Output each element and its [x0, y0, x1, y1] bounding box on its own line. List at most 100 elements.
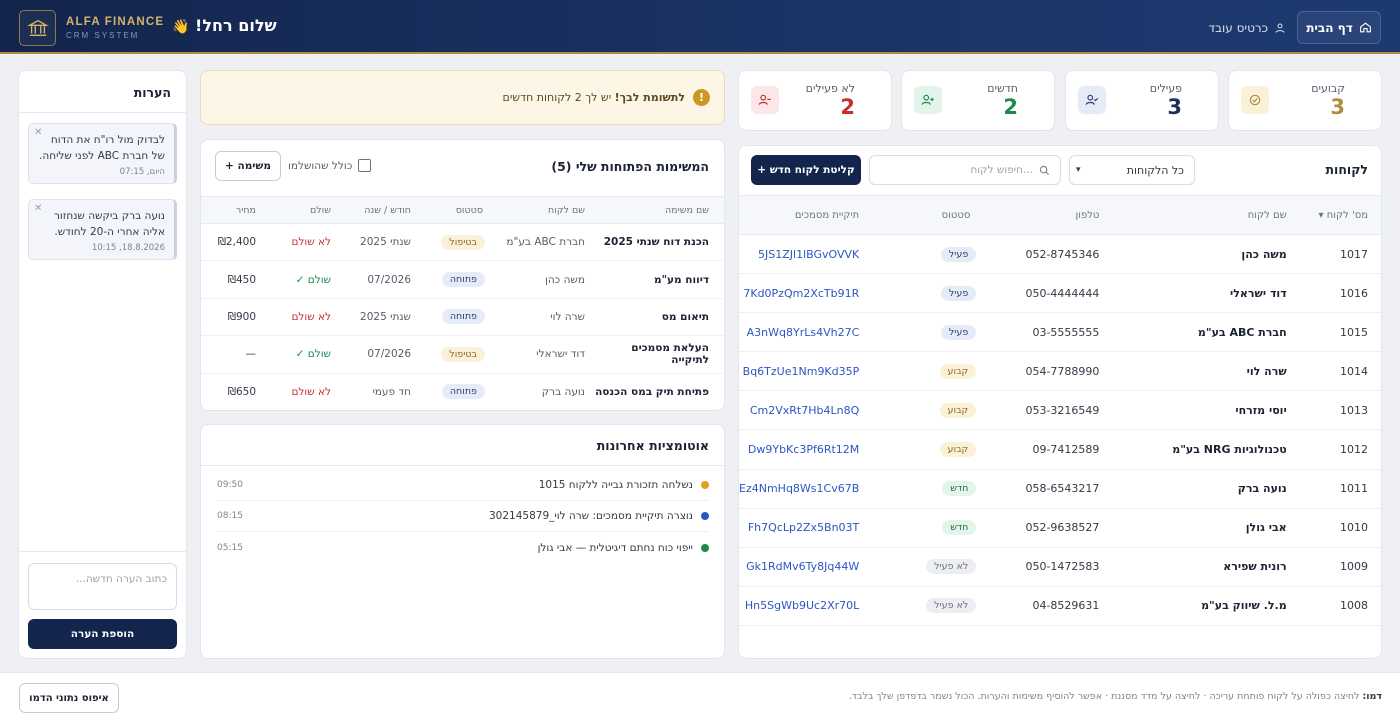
automation-time: 08:15 — [217, 511, 243, 521]
customer-row[interactable]: 1017 משה כהן 052-8745346 פעיל 5JS1ZJl1lBGvOV… — [739, 234, 1381, 275]
task-paid-status[interactable]: שולם ✓ — [269, 260, 341, 299]
customer-row[interactable]: 1014 שרה לוי 054-7788990 קבוע Bq6TzUe1Nm9Kd3… — [739, 351, 1381, 392]
task-paid-status[interactable]: שולם ✓ — [269, 335, 341, 374]
customer-phone: 09-7412589 — [986, 429, 1110, 470]
task-period: שנתי 2025 — [341, 298, 419, 337]
customers-title: לקוחות — [1325, 162, 1368, 177]
task-row[interactable]: פתיחת תיק במס הכנסה נועה ברק פתוחה חד פעמי ל… — [201, 373, 724, 410]
customer-row[interactable]: 1012 טכנולוגיות NRG בע"מ 09-7412589 קבוע Dw9… — [739, 429, 1381, 470]
customer-name: רונית שפירא — [1109, 547, 1291, 587]
status-badge: קבוע — [939, 402, 977, 418]
task-row[interactable]: תיאום מס שרה לוי פתוחה שנתי 2025 לא שולם ₪900 — [201, 298, 724, 337]
folder-link[interactable]: 5JS1ZJl1lBGvOVVK — [739, 234, 870, 275]
footer-tip: דמו: לחיצה כפולה על לקוח פותחת עריכה · ל… — [849, 691, 1382, 702]
status-badge: לא פעיל — [926, 559, 977, 575]
customer-phone: 04-8529631 — [986, 586, 1110, 626]
status-badge: חדש — [942, 520, 977, 536]
task-row[interactable]: העלאת מסמכים לתיקייה דוד ישראלי בטיפול 07/2… — [201, 335, 724, 374]
status-badge: לא פעיל — [926, 598, 977, 614]
brand-subtitle: CRM SYSTEM — [66, 31, 140, 40]
stat-label: לא פעילים — [805, 82, 855, 95]
folder-link[interactable]: Bq6TzUe1Nm9Kd35P — [739, 351, 870, 392]
task-paid-status[interactable]: לא שולם — [269, 373, 341, 410]
close-icon[interactable]: ✕ — [34, 203, 42, 214]
home-button[interactable]: דף הבית — [1297, 11, 1381, 44]
customer-phone: 058-6543217 — [986, 469, 1110, 509]
note-item[interactable]: ✕ נועה ברק ביקשה שנחזור אליה אחרי ה-20 ל… — [28, 199, 177, 260]
customer-number: 1014 — [1290, 351, 1381, 392]
new-customer-button[interactable]: + קליטת לקוח חדש — [751, 155, 861, 185]
task-status-badge: בטיפול — [441, 346, 485, 362]
col-phone: טלפון — [986, 195, 1110, 235]
user-plus-icon — [914, 86, 942, 114]
alert-text: יש לך 2 לקוחות חדשים — [502, 91, 615, 104]
customer-row[interactable]: 1013 יוסי מזרחי 053-3216549 קבוע Cm2VxRt7Hb4… — [739, 390, 1381, 431]
task-status-badge: פתוחה — [441, 384, 485, 400]
wave-icon: 👋 — [172, 19, 190, 35]
customer-search-input[interactable]: חיפוש לקוח... — [869, 155, 1061, 185]
col-status: סטטוס — [869, 195, 987, 235]
customer-row[interactable]: 1010 אבי גולן 052-9638527 חדש Fh7QcLp2Zx5Bn0… — [739, 508, 1381, 548]
automation-text: נשלחה תזכורת גבייה ללקוח 1015 — [538, 479, 693, 491]
stat-label: פעילים — [1149, 82, 1182, 95]
customer-row[interactable]: 1016 דוד ישראלי 050-4444444 פעיל 7Kd0PzQm2Xc… — [739, 273, 1381, 314]
task-price: ₪650 — [201, 373, 269, 410]
col-customer-number[interactable]: מס' לקוח ▾ — [1290, 195, 1381, 235]
include-completed-checkbox[interactable] — [358, 159, 372, 172]
customer-row[interactable]: 1011 נועה ברק 058-6543217 חדש Ez4NmHq8Ws1Cv6… — [739, 469, 1381, 509]
close-icon[interactable]: ✕ — [34, 127, 42, 138]
stat-card-new[interactable]: חדשים 2 — [901, 70, 1055, 131]
customer-row[interactable]: 1008 מ.ל. שיווק בע"מ 04-8529631 לא פעיל Hn5S… — [739, 586, 1381, 626]
divider — [19, 112, 186, 113]
task-price: ₪900 — [201, 298, 269, 337]
task-client: שרה לוי — [495, 298, 595, 337]
task-price: ₪2,400 — [201, 223, 269, 262]
folder-link[interactable]: Ez4NmHq8Ws1Cv67B — [739, 469, 870, 509]
note-item[interactable]: ✕ לבדוק מול רו"ח את הדוח של חברת ABC לפנ… — [28, 123, 177, 184]
customer-phone: 053-3216549 — [986, 390, 1110, 431]
folder-link[interactable]: A3nWq8YrLs4Vh27C — [739, 312, 870, 353]
new-note-input[interactable]: כתוב הערה חדשה... — [28, 563, 177, 610]
folder-link[interactable]: Gk1RdMv6Ty8Jq44W — [739, 547, 870, 587]
task-paid-status[interactable]: לא שולם — [269, 298, 341, 337]
employee-card-link[interactable]: כרטיס עובד — [1196, 19, 1286, 37]
folder-link[interactable]: Hn5SgWb9Uc2Xr70L — [739, 586, 870, 626]
footer: דמו: לחיצה כפולה על לקוח פותחת עריכה · ל… — [0, 672, 1400, 720]
customer-number: 1016 — [1290, 273, 1381, 314]
task-period: 07/2026 — [341, 260, 419, 299]
task-row[interactable]: הכנת דוח שנתי 2025 חברת ABC בע"מ בטיפול שנת… — [201, 223, 724, 262]
folder-link[interactable]: Dw9YbKc3Pf6Rt12M — [739, 429, 870, 470]
home-icon — [1359, 22, 1371, 33]
user-check-icon — [1078, 86, 1106, 114]
stat-card-inactive[interactable]: לא פעילים 2 — [738, 70, 892, 131]
folder-link[interactable]: Cm2VxRt7Hb4Ln8Q — [739, 390, 870, 431]
reset-demo-button[interactable]: איפוס נתוני הדמו — [19, 683, 119, 713]
customer-number: 1012 — [1290, 429, 1381, 470]
new-customers-alert: ! לתשומת לבך! יש לך 2 לקוחות חדשים — [200, 70, 725, 125]
add-task-button[interactable]: + משימה — [215, 151, 281, 181]
customers-table: מס' לקוח ▾ שם לקוח טלפון סטטוס תיקיית מס… — [739, 195, 1381, 626]
add-note-button[interactable]: הוספת הערה — [28, 619, 177, 649]
include-completed-toggle[interactable]: כולל שהושלמו — [288, 159, 372, 172]
reset-demo-button-label: איפוס נתוני הדמו — [29, 692, 109, 704]
customer-row[interactable]: 1015 חברת ABC בע"מ 03-5555555 פעיל A3nWq8YrL… — [739, 312, 1381, 353]
customer-name: חברת ABC בע"מ — [1109, 312, 1291, 353]
folder-link[interactable]: Fh7QcLp2Zx5Bn03T — [739, 508, 870, 548]
task-client: נועה ברק — [495, 373, 595, 410]
user-icon — [1275, 23, 1285, 33]
customer-filter-select[interactable]: ▾ כל הלקוחות — [1069, 155, 1195, 185]
customer-name: דוד ישראלי — [1109, 273, 1291, 314]
stat-card-active[interactable]: פעילים 3 — [1065, 70, 1219, 131]
task-period: שנתי 2025 — [341, 223, 419, 262]
folder-link[interactable]: 7Kd0PzQm2XcTb91R — [739, 273, 870, 314]
task-row[interactable]: דיווח מע"מ משה כהן פתוחה 07/2026 שולם ✓ ₪450 — [201, 260, 724, 299]
customer-name: משה כהן — [1109, 234, 1291, 275]
col-client-name: שם לקוח — [495, 196, 595, 224]
stat-card-fixed[interactable]: קבועים 3 — [1228, 70, 1382, 131]
divider — [19, 551, 186, 552]
stat-value: 3 — [1330, 95, 1345, 119]
customers-table-header: מס' לקוח ▾ שם לקוח טלפון סטטוס תיקיית מס… — [739, 195, 1381, 235]
task-paid-status[interactable]: לא שולם — [269, 223, 341, 262]
task-name: תיאום מס — [595, 298, 724, 337]
customer-row[interactable]: 1009 רונית שפירא 050-1472583 לא פעיל Gk1RdMv… — [739, 547, 1381, 587]
